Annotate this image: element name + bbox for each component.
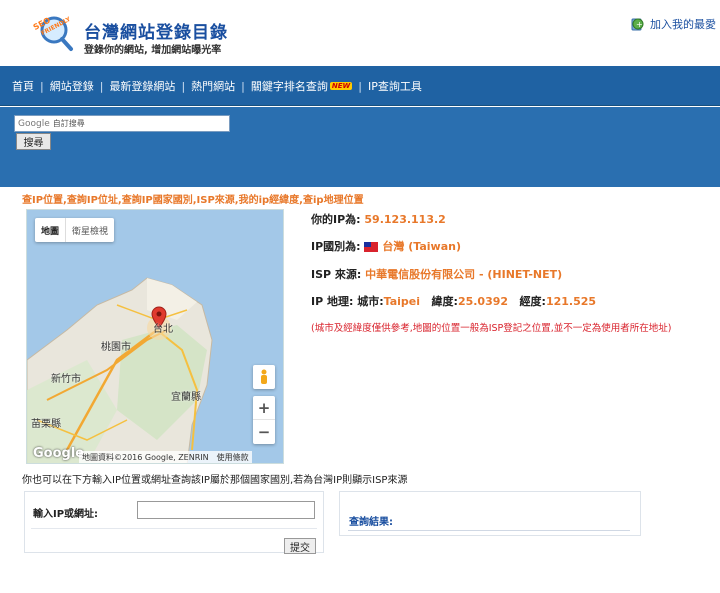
new-badge: NEW <box>329 82 353 90</box>
map-label-taipei: 台北 <box>153 324 173 335</box>
lookup-help-text: 你也可以在下方輸入IP位置或網址查詢該IP屬於那個國家國別,若為台灣IP則顯示I… <box>22 475 408 486</box>
nav-item-latest-sites[interactable]: 最新登錄網站 <box>109 78 175 94</box>
map-attribution: 地圖資料©2016 Google, ZENRIN 使用條款 <box>79 451 252 463</box>
zoom-control: + − <box>253 396 275 444</box>
map-label-taoyuan: 桃園市 <box>101 342 131 353</box>
add-favorite-label: 加入我的最愛 <box>650 18 716 31</box>
seo-friendly-logo-icon[interactable]: SEO FRIENDLY <box>30 10 76 52</box>
bookmark-icon: + <box>631 18 644 31</box>
lng-value: 121.525 <box>545 295 597 308</box>
nav-separator: | <box>358 79 362 93</box>
map-canvas <box>27 210 283 463</box>
ip-or-url-input[interactable] <box>137 501 315 519</box>
form-divider <box>31 528 317 529</box>
nav-item-ip-tool[interactable]: IP查詢工具 <box>368 78 422 94</box>
result-label: 查詢結果: <box>349 517 393 528</box>
map-type-control: 地圖 衛星檢視 <box>35 218 115 242</box>
lookup-result-panel: 查詢結果: <box>339 491 641 536</box>
nav-separator: | <box>181 79 186 93</box>
lat-label: 緯度: <box>431 295 458 308</box>
map-label-miaoli: 苗栗縣 <box>31 419 61 430</box>
street-view-pegman-icon[interactable] <box>253 365 275 389</box>
map-label-hsinchu: 新竹市 <box>51 374 81 385</box>
ip-location-map[interactable]: 台北 桃園市 新竹市 宜蘭縣 苗栗縣 地圖 衛星檢視 + − Google 地圖… <box>26 209 284 464</box>
ip-input-label: 輸入IP或網址: <box>33 509 99 520</box>
location-disclaimer: (城市及經緯度僅供參考,地圖的位置一般為ISP登記之位置,並不一定為使用者所在地… <box>311 323 672 334</box>
nav-item-home[interactable]: 首頁 <box>12 78 34 94</box>
zoom-in-button[interactable]: + <box>253 396 275 420</box>
site-header: SEO FRIENDLY 台灣網站登錄目錄 登錄你的網站, 增加網站曝光率 + … <box>0 0 720 66</box>
map-type-map-button[interactable]: 地圖 <box>35 218 67 242</box>
map-data-credit: 地圖資料©2016 Google, ZENRIN <box>82 452 209 462</box>
nav-separator: | <box>241 79 245 93</box>
lat-value: 25.0392 <box>457 295 509 308</box>
geo-label: IP 地理: <box>311 295 354 308</box>
map-label-yilan: 宜蘭縣 <box>171 392 201 403</box>
isp-row: ISP 來源: 中華電信股份有限公司 - (HINET-NET) <box>311 266 562 282</box>
lng-label: 經度: <box>519 295 546 308</box>
city-value: Taipei <box>383 295 421 308</box>
map-terms-link[interactable]: 使用條款 <box>217 452 249 463</box>
search-band: Google 自訂搜尋 搜尋 <box>0 107 720 187</box>
taiwan-flag-icon <box>364 242 379 252</box>
nav-separator: | <box>40 79 44 93</box>
nav-item-submit-site[interactable]: 網站登錄 <box>50 78 94 94</box>
nav-separator: | <box>99 79 104 93</box>
result-divider <box>348 530 630 531</box>
isp-label: ISP 來源: <box>311 268 362 281</box>
search-button[interactable]: 搜尋 <box>16 133 51 150</box>
country-value: 台灣 (Taiwan) <box>382 240 461 253</box>
ip-address-row: 你的IP為: 59.123.113.2 <box>311 211 446 227</box>
site-title[interactable]: 台灣網站登錄目錄 <box>84 18 228 43</box>
nav-item-keyword-rank[interactable]: 關鍵字排名查詢 NEW <box>251 78 353 94</box>
map-type-satellite-button[interactable]: 衛星檢視 <box>66 218 114 242</box>
ip-label: 你的IP為: <box>311 213 361 226</box>
google-label: Google <box>18 118 50 129</box>
country-label: IP國別為: <box>311 240 361 253</box>
search-placeholder: 自訂搜尋 <box>52 119 85 128</box>
site-subtitle: 登錄你的網站, 增加網站曝光率 <box>84 45 222 56</box>
isp-value: 中華電信股份有限公司 - (HINET-NET) <box>365 268 563 281</box>
ip-country-row: IP國別為: 台灣 (Taiwan) <box>311 238 461 254</box>
submit-button[interactable]: 提交 <box>284 538 316 554</box>
svg-text:+: + <box>636 20 643 29</box>
city-label: 城市: <box>357 295 384 308</box>
ip-value: 59.123.113.2 <box>364 213 446 226</box>
ip-geo-row: IP 地理: 城市:Taipei 緯度:25.0392 經度:121.525 <box>311 293 596 309</box>
google-logo[interactable]: Google <box>33 446 84 461</box>
nav-item-popular-sites[interactable]: 熱門網站 <box>191 78 235 94</box>
main-nav: 首頁 | 網站登錄 | 最新登錄網站 | 熱門網站 | 關鍵字排名查詢 NEW |… <box>0 66 720 106</box>
zoom-out-button[interactable]: − <box>253 420 275 444</box>
google-search-input[interactable]: Google 自訂搜尋 <box>14 115 230 132</box>
intro-keywords: 查IP位置,查詢IP位址,查詢IP國家國別,ISP來源,我的ip經緯度,查ip地… <box>22 195 364 206</box>
lookup-form-panel: 輸入IP或網址: 提交 <box>24 491 324 554</box>
add-favorite-link[interactable]: + 加入我的最愛 <box>630 16 716 32</box>
